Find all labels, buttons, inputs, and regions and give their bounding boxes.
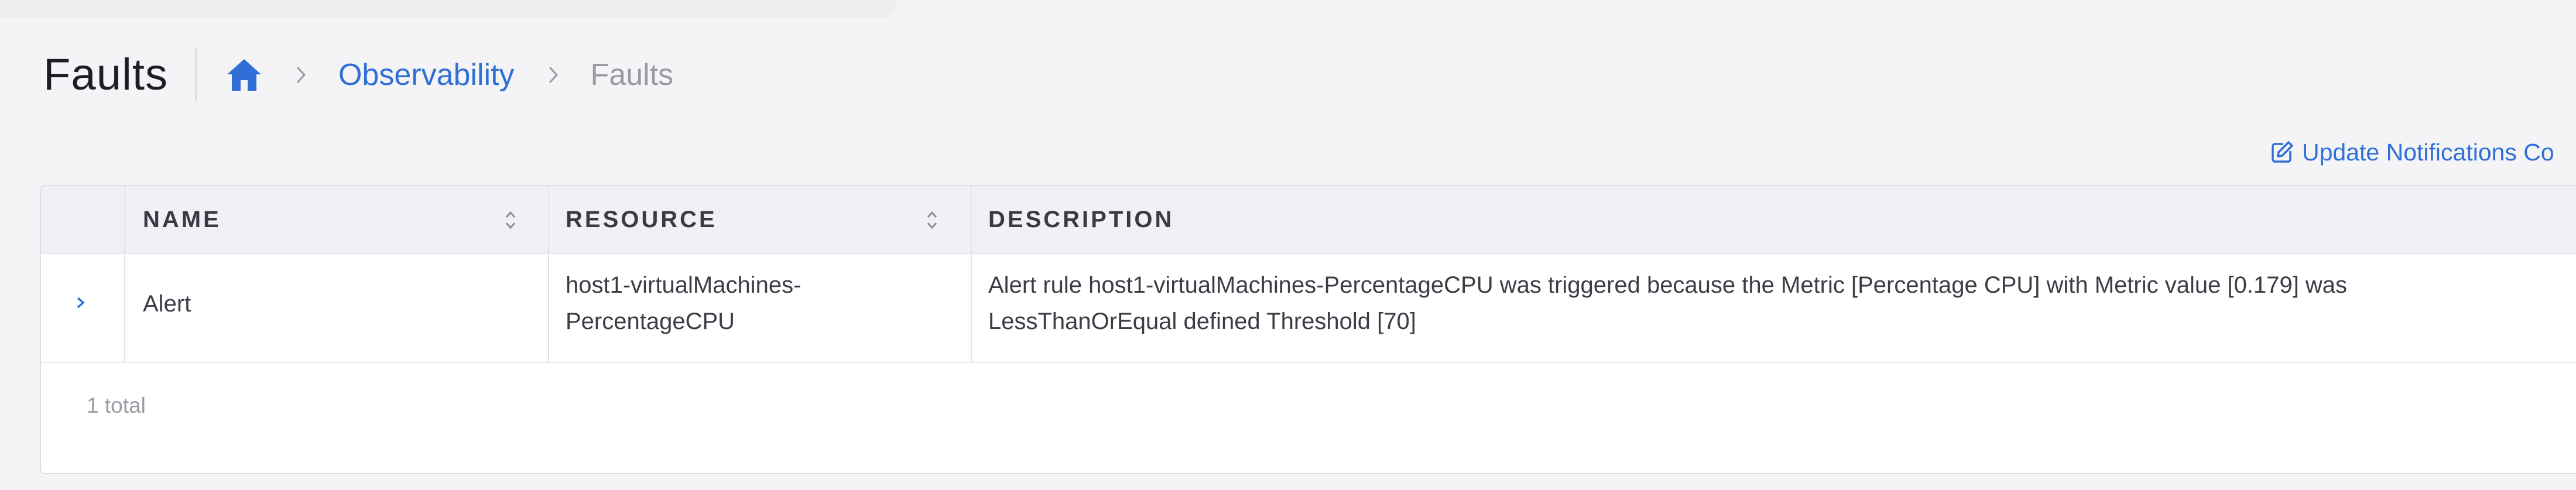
update-notifications-label: Update Notifications Co bbox=[2302, 138, 2554, 166]
column-header-resource[interactable]: RESOURCE bbox=[566, 186, 717, 253]
column-header-description[interactable]: DESCRIPTION bbox=[988, 186, 1174, 253]
breadcrumb: Observability Faults bbox=[226, 47, 673, 103]
edit-icon bbox=[2270, 141, 2294, 164]
faults-page: Faults Observability Faults Update Notif… bbox=[0, 0, 2576, 490]
chevron-right-icon[interactable] bbox=[74, 294, 88, 311]
cell-resource-line: host1-virtualMachines- bbox=[566, 272, 801, 298]
cell-resource: host1-virtualMachines- PercentageCPU bbox=[566, 267, 801, 340]
faults-table: NAME RESOURCE DESCRIPTION Alert host1-vi… bbox=[40, 185, 2576, 474]
sort-icon[interactable] bbox=[925, 207, 939, 233]
breadcrumb-observability[interactable]: Observability bbox=[338, 57, 515, 92]
home-icon[interactable] bbox=[226, 58, 262, 92]
top-shadow-strip bbox=[0, 0, 896, 18]
table-header-row: NAME RESOURCE DESCRIPTION bbox=[41, 186, 2576, 254]
total-count: 1 total bbox=[87, 393, 146, 417]
cell-description-line: LessThanOrEqual defined Threshold [70] bbox=[988, 309, 1416, 334]
column-header-name[interactable]: NAME bbox=[143, 186, 221, 253]
update-notifications-link[interactable]: Update Notifications Co bbox=[2270, 136, 2554, 169]
breadcrumb-faults: Faults bbox=[590, 58, 674, 92]
title-divider bbox=[194, 49, 197, 101]
chevron-right-icon bbox=[536, 47, 571, 103]
chevron-right-icon bbox=[283, 47, 318, 103]
cell-name: Alert bbox=[143, 291, 191, 317]
page-title: Faults bbox=[43, 50, 168, 100]
cell-resource-line: PercentageCPU bbox=[566, 309, 735, 334]
cell-description-line: Alert rule host1-virtualMachines-Percent… bbox=[988, 272, 2348, 298]
page-header: Faults Observability Faults bbox=[43, 47, 673, 103]
cell-description: Alert rule host1-virtualMachines-Percent… bbox=[988, 267, 2347, 340]
sort-icon[interactable] bbox=[503, 207, 518, 233]
table-row[interactable]: Alert host1-virtualMachines- PercentageC… bbox=[41, 254, 2576, 363]
